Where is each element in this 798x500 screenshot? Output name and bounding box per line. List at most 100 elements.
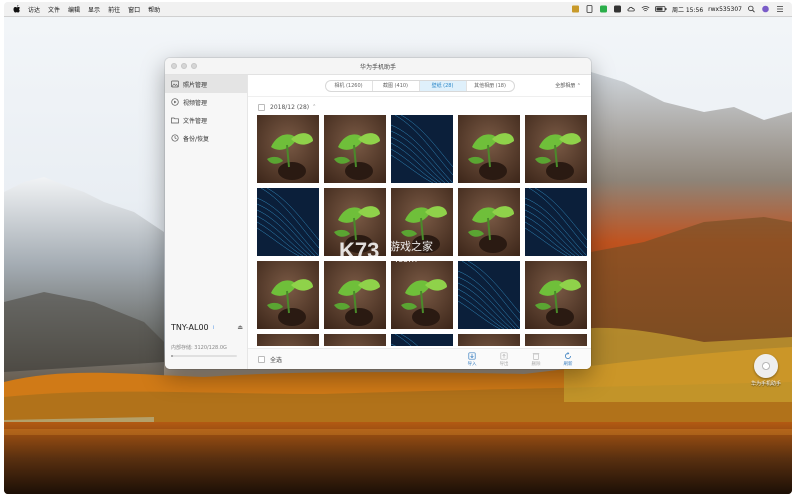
photo-thumbnail[interactable]	[458, 115, 520, 183]
delete-button[interactable]: 删除	[525, 352, 547, 367]
menu-finder[interactable]: 访达	[28, 5, 40, 14]
delete-label: 删除	[531, 361, 541, 367]
photo-thumbnail[interactable]	[458, 334, 520, 346]
import-label: 导入	[467, 361, 477, 367]
export-button[interactable]: 导出	[493, 351, 515, 367]
refresh-label: 刷新	[563, 361, 573, 367]
battery-icon[interactable]	[655, 5, 667, 13]
bottom-toolbar: 全选 导入 导出 删除 刷新	[248, 348, 591, 369]
info-icon[interactable]: i	[213, 325, 214, 331]
sidebar-item-label: 文件管理	[183, 117, 208, 125]
sidebar-item-files[interactable]: 文件管理	[165, 111, 247, 129]
app-status-icon[interactable]	[613, 5, 622, 13]
photo-thumbnail[interactable]	[458, 188, 520, 256]
huawei-helper-status-icon[interactable]	[571, 5, 580, 13]
photo-thumbnail[interactable]	[525, 115, 587, 183]
album-filter-dropdown[interactable]: 全部相册 ⌃	[555, 82, 581, 89]
trash-icon	[532, 352, 540, 360]
sidebar-item-videos[interactable]: 视频管理	[165, 93, 247, 111]
export-label: 导出	[499, 361, 509, 367]
menu-file[interactable]: 文件	[48, 5, 60, 14]
menu-bar: 访达 文件 编辑 显示 前往 窗口 帮助 周二 15:56 rwx535307	[4, 2, 792, 17]
battery-helper-icon[interactable]	[585, 5, 594, 13]
photo-thumbnail[interactable]	[324, 334, 386, 346]
photo-grid	[257, 115, 587, 346]
import-button[interactable]: 导入	[461, 351, 483, 367]
desktop-icon-label: 华为手机助手	[750, 381, 781, 387]
photo-thumbnail[interactable]	[525, 261, 587, 329]
photo-thumbnail[interactable]	[257, 188, 319, 256]
photo-thumbnail[interactable]	[257, 261, 319, 329]
photo-thumbnail[interactable]	[257, 334, 319, 346]
storage-bar	[171, 355, 237, 357]
photo-thumbnail[interactable]	[257, 115, 319, 183]
photo-thumbnail[interactable]	[324, 261, 386, 329]
sidebar-item-photos[interactable]: 照片管理	[165, 75, 247, 93]
menu-view[interactable]: 显示	[88, 5, 100, 14]
desktop-icon-huawei-helper[interactable]: 华为手机助手	[745, 354, 787, 387]
status-area: 周二 15:56 rwx535307	[571, 5, 792, 14]
video-icon	[171, 98, 179, 106]
photo-thumbnail[interactable]	[391, 334, 453, 346]
photo-thumbnail[interactable]	[458, 261, 520, 329]
menu-help[interactable]: 帮助	[148, 5, 160, 14]
tab-camera[interactable]: 相机 (1260)	[326, 80, 373, 91]
group-date-label: 2018/12 (28)	[270, 103, 310, 111]
photo-icon	[171, 80, 179, 88]
date-group-header: 2018/12 (28) ⌃	[248, 101, 591, 113]
action-buttons: 导入 导出 删除 刷新	[461, 351, 579, 367]
eject-icon[interactable]: ⏏	[237, 324, 243, 331]
wifi-icon[interactable]	[641, 5, 650, 13]
device-panel: TNY-AL00 i ⏏ 内部存储: 3120/128.0G	[171, 323, 243, 357]
title-bar[interactable]: 华为手机助手	[165, 58, 591, 75]
tab-wallpapers[interactable]: 壁纸 (28)	[419, 80, 467, 91]
chevron-down-icon: ⌃	[576, 83, 581, 89]
import-icon	[468, 351, 476, 360]
tab-screenshots[interactable]: 截图 (410)	[373, 80, 420, 91]
folder-icon	[171, 117, 179, 124]
apple-menu-icon[interactable]	[12, 4, 22, 14]
photo-thumbnail[interactable]	[391, 261, 453, 329]
menu-window[interactable]: 窗口	[128, 5, 140, 14]
window-title: 华为手机助手	[359, 63, 396, 71]
storage-text: 内部存储: 3120/128.0G	[171, 345, 227, 351]
select-all[interactable]: 全选	[258, 355, 282, 364]
export-icon	[500, 351, 508, 360]
photo-thumbnail[interactable]	[391, 115, 453, 183]
select-all-label: 全选	[270, 356, 283, 364]
menu-go[interactable]: 前往	[108, 5, 120, 14]
notification-center-icon[interactable]	[775, 5, 784, 13]
menu-edit[interactable]: 编辑	[68, 5, 80, 14]
wechat-icon[interactable]	[599, 5, 608, 13]
album-filter-label: 全部相册	[555, 83, 576, 89]
album-tabs: 相机 (1260) 截图 (410) 壁纸 (28) 其他相册 (18)	[324, 79, 515, 92]
cloud-icon[interactable]	[627, 5, 636, 13]
clock[interactable]: 周二 15:56	[672, 5, 703, 14]
sidebar-item-label: 备份/恢复	[183, 135, 210, 143]
select-all-checkbox[interactable]	[258, 355, 265, 363]
photo-thumbnail[interactable]	[525, 188, 587, 256]
tab-other-albums[interactable]: 其他相册 (18)	[467, 81, 514, 91]
sidebar-item-label: 照片管理	[183, 81, 208, 89]
photo-thumbnail[interactable]	[324, 188, 386, 256]
user-name[interactable]: rwx535307	[708, 6, 742, 13]
photo-thumbnail[interactable]	[391, 188, 453, 256]
refresh-icon	[565, 351, 571, 359]
spotlight-search-icon[interactable]	[747, 5, 756, 13]
group-checkbox[interactable]	[258, 103, 265, 111]
photo-thumbnail[interactable]	[525, 334, 587, 346]
sidebar-item-backup[interactable]: 备份/恢复	[165, 129, 247, 147]
sidebar: 照片管理 视频管理 文件管理 备份/恢复 TNY-AL00 i ⏏ 内部存储: …	[165, 75, 248, 369]
album-toolbar: 相机 (1260) 截图 (410) 壁纸 (28) 其他相册 (18) 全部相…	[248, 75, 591, 97]
refresh-button[interactable]: 刷新	[557, 351, 579, 367]
backup-restore-icon	[171, 134, 179, 142]
device-name: TNY-AL00	[171, 323, 209, 332]
chevron-up-icon[interactable]: ⌃	[312, 104, 316, 110]
storage-bar-fill	[171, 355, 173, 357]
app-window: 华为手机助手 照片管理 视频管理 文件管理 备份/恢复 TNY-AL00 i ⏏…	[165, 58, 591, 369]
cd-icon	[754, 354, 778, 378]
siri-icon[interactable]	[761, 5, 770, 13]
photo-thumbnail[interactable]	[324, 115, 386, 183]
sidebar-item-label: 视频管理	[183, 99, 208, 107]
main-content: 相机 (1260) 截图 (410) 壁纸 (28) 其他相册 (18) 全部相…	[248, 75, 591, 369]
